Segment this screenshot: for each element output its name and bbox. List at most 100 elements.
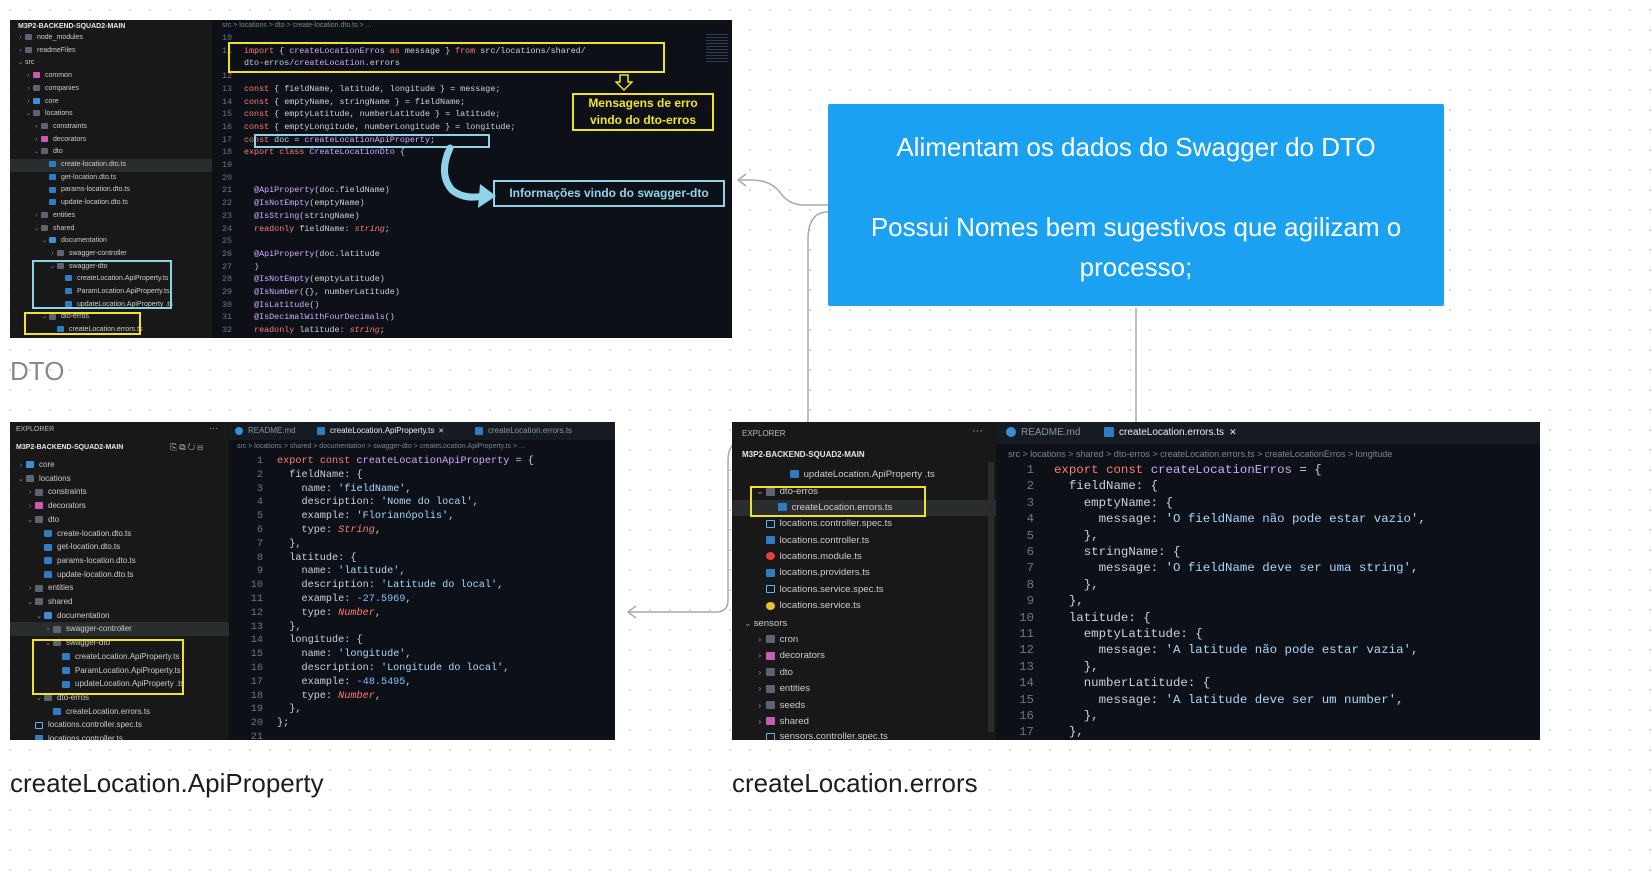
tree-item[interactable]: › companies [24, 83, 79, 96]
more-actions-icon[interactable]: ··· [972, 425, 983, 437]
tree-item[interactable]: › swagger-controller [48, 248, 127, 261]
chevron-right-icon[interactable]: › [25, 500, 35, 514]
tree-item[interactable]: ⌄ dto [32, 146, 63, 159]
tree-item[interactable]: › shared [754, 713, 809, 730]
tree-item[interactable]: locations.controller.spec.ts [25, 718, 142, 732]
tree-item[interactable]: › seeds [754, 697, 805, 714]
chevron-right-icon[interactable]: › [32, 210, 41, 223]
code-line: 18 type: Number, [250, 690, 381, 702]
scrollbar[interactable] [988, 462, 994, 732]
explorer-actions-icon[interactable]: ⎘⧉↻⊟ [170, 442, 205, 453]
chevron-down-icon[interactable]: ⌄ [32, 146, 41, 159]
close-icon[interactable]: ✕ [1224, 427, 1237, 437]
tree-item[interactable]: › constraints [32, 121, 87, 134]
swagger-dto-highlight [32, 260, 172, 309]
tree-item[interactable]: locations.controller.spec.ts [754, 516, 892, 532]
chevron-right-icon[interactable]: › [754, 664, 766, 680]
tree-item[interactable]: ⌄ documentation [40, 235, 107, 248]
breadcrumb[interactable]: src > locations > shared > documentation… [237, 443, 525, 450]
tree-item[interactable]: › readmeFiles [16, 45, 76, 58]
tree-item[interactable]: › common [24, 70, 72, 83]
breadcrumb[interactable]: src > locations > shared > dto-erros > c… [1008, 449, 1392, 459]
tree-item[interactable]: create-location.dto.ts [34, 527, 131, 541]
chevron-right-icon[interactable]: › [754, 713, 766, 729]
tree-item[interactable]: › constraints [25, 485, 87, 500]
tree-item[interactable]: ⌄ dto [25, 513, 59, 528]
tree-item[interactable]: ⌄ documentation [34, 609, 109, 624]
editor-tab[interactable]: createLocation.errors.ts [475, 426, 572, 435]
more-actions-icon[interactable]: ··· [209, 423, 218, 433]
tree-item[interactable]: ⌄ locations [16, 472, 71, 487]
tree-item[interactable]: params-location.dto.ts [34, 554, 136, 568]
chevron-down-icon[interactable]: ⌄ [25, 514, 35, 528]
tree-item[interactable]: ⌄ shared [32, 223, 74, 236]
chevron-right-icon[interactable]: › [25, 486, 35, 500]
tree-item[interactable]: update-location.dto.ts [40, 197, 128, 210]
tree-item[interactable]: › core [16, 458, 55, 473]
tree-item[interactable]: › decorators [25, 499, 86, 514]
tree-item[interactable]: › decorators [754, 647, 825, 664]
tree-item[interactable]: › cron [754, 631, 798, 648]
tree-item[interactable]: › dto [754, 664, 793, 681]
editor-tab[interactable]: README.md [235, 426, 296, 435]
tree-item[interactable]: ⌄ src [16, 57, 34, 70]
chevron-right-icon[interactable]: › [25, 582, 35, 596]
tree-item[interactable]: › decorators [32, 134, 87, 147]
tree-item[interactable]: get-location.dto.ts [34, 540, 120, 554]
chevron-right-icon[interactable]: › [24, 83, 33, 96]
tree-item[interactable]: get-location.dto.ts [40, 172, 116, 185]
chevron-right-icon[interactable]: › [32, 134, 41, 147]
folder-icon [41, 224, 48, 231]
chevron-down-icon[interactable]: ⌄ [742, 615, 754, 631]
chevron-right-icon[interactable]: › [754, 647, 766, 663]
tree-item[interactable]: locations.controller.ts [754, 533, 869, 549]
chevron-down-icon[interactable]: ⌄ [24, 108, 33, 121]
tree-item[interactable]: locations.controller.ts [25, 732, 123, 740]
tree-item[interactable]: ⌄ shared [25, 595, 72, 610]
folder-icon [765, 701, 775, 710]
tree-item[interactable]: locations.providers.ts [754, 565, 870, 581]
tree-item[interactable]: locations.service.spec.ts [754, 582, 884, 598]
chevron-right-icon[interactable]: › [754, 631, 766, 647]
chevron-down-icon[interactable]: ⌄ [16, 57, 25, 70]
tree-item[interactable]: › entities [32, 210, 76, 223]
chevron-right-icon[interactable]: › [16, 459, 26, 473]
tree-item[interactable]: locations.service.ts [754, 598, 861, 614]
tree-item[interactable]: › node_modules [16, 32, 83, 45]
tree-item[interactable]: › core [24, 96, 59, 109]
chevron-right-icon[interactable]: › [48, 248, 57, 261]
tree-item[interactable]: update-location.dto.ts [34, 568, 134, 582]
tree-item[interactable]: ⌄ sensors [742, 615, 787, 632]
tree-item[interactable]: createLocation.errors.ts [43, 705, 150, 719]
chevron-down-icon[interactable]: ⌄ [25, 596, 35, 610]
tree-item-label: sensors [753, 617, 788, 629]
chevron-right-icon[interactable]: › [754, 680, 766, 696]
editor-tab[interactable]: README.md [1006, 427, 1080, 438]
tree-item[interactable]: locations.module.ts [754, 549, 862, 565]
code-line: 9 }, [1026, 594, 1084, 609]
tree-item[interactable]: params-location.dto.ts [40, 184, 130, 197]
tree-item[interactable]: updateLocation.ApiProperty .ts [778, 467, 935, 483]
chevron-down-icon[interactable]: ⌄ [32, 223, 41, 236]
chevron-down-icon[interactable]: ⌄ [34, 610, 44, 624]
tree-item[interactable]: › entities [25, 581, 74, 596]
editor-tab[interactable]: createLocation.errors.ts ✕ [1104, 427, 1237, 438]
chevron-right-icon[interactable]: › [32, 121, 41, 134]
chevron-right-icon[interactable]: › [16, 32, 25, 45]
chevron-right-icon[interactable]: › [43, 623, 53, 637]
tree-item[interactable]: › swagger-controller [43, 622, 132, 637]
tree-item[interactable]: sensors.controller.spec.ts [754, 729, 888, 740]
breadcrumb[interactable]: src > locations > dto > create-location.… [222, 22, 371, 29]
code-line: 16 }, [1019, 709, 1099, 723]
chevron-right-icon[interactable]: › [16, 45, 25, 58]
tree-item[interactable]: ⌄ locations [24, 108, 73, 121]
close-icon[interactable]: ✕ [434, 428, 444, 435]
chevron-right-icon[interactable]: › [754, 697, 766, 713]
chevron-right-icon[interactable]: › [24, 96, 33, 109]
tree-item[interactable]: › entities [754, 680, 810, 697]
chevron-down-icon[interactable]: ⌄ [16, 473, 26, 487]
editor-tab[interactable]: createLocation.ApiProperty.ts ✕ [317, 426, 444, 435]
chevron-right-icon[interactable]: › [24, 70, 33, 83]
chevron-down-icon[interactable]: ⌄ [40, 235, 49, 248]
tree-item[interactable]: create-location.dto.ts [40, 159, 126, 172]
